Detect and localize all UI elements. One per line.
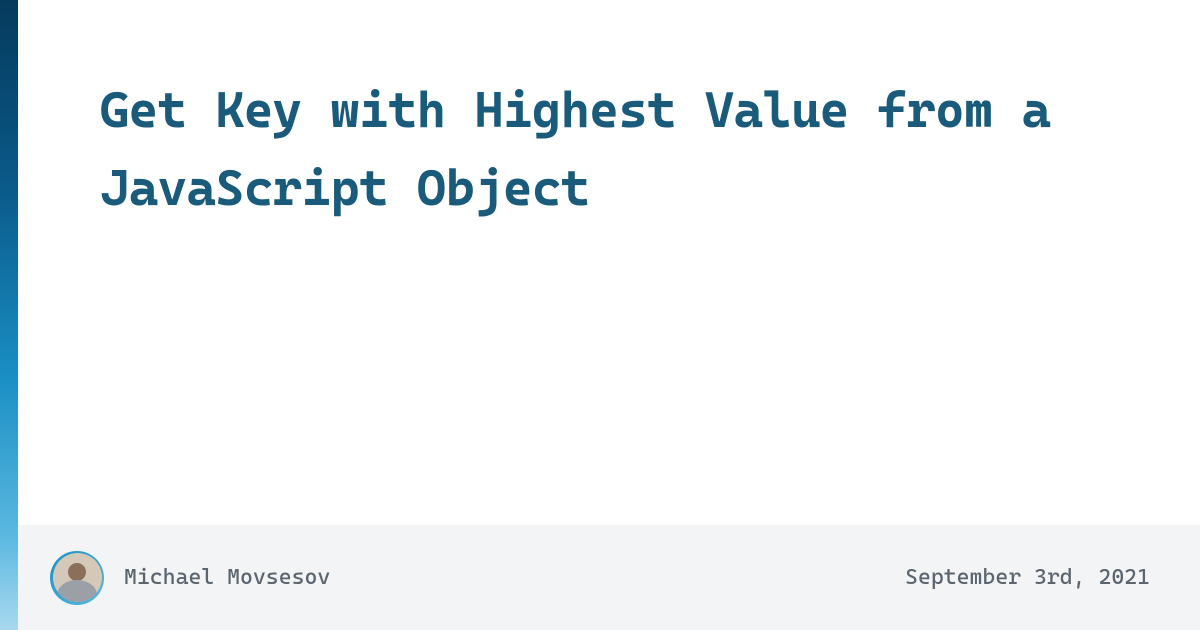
avatar-ring (50, 551, 104, 605)
page-title: Get Key with Highest Value from a JavaSc… (100, 72, 1118, 227)
content-container: Get Key with Highest Value from a JavaSc… (18, 0, 1200, 630)
publish-date: September 3rd, 2021 (905, 565, 1150, 590)
author-name: Michael Movsesov (124, 565, 330, 590)
footer-bar: Michael Movsesov September 3rd, 2021 (18, 525, 1200, 630)
title-area: Get Key with Highest Value from a JavaSc… (18, 0, 1200, 525)
avatar (53, 553, 102, 602)
author-block: Michael Movsesov (50, 551, 330, 605)
accent-bar (0, 0, 18, 630)
